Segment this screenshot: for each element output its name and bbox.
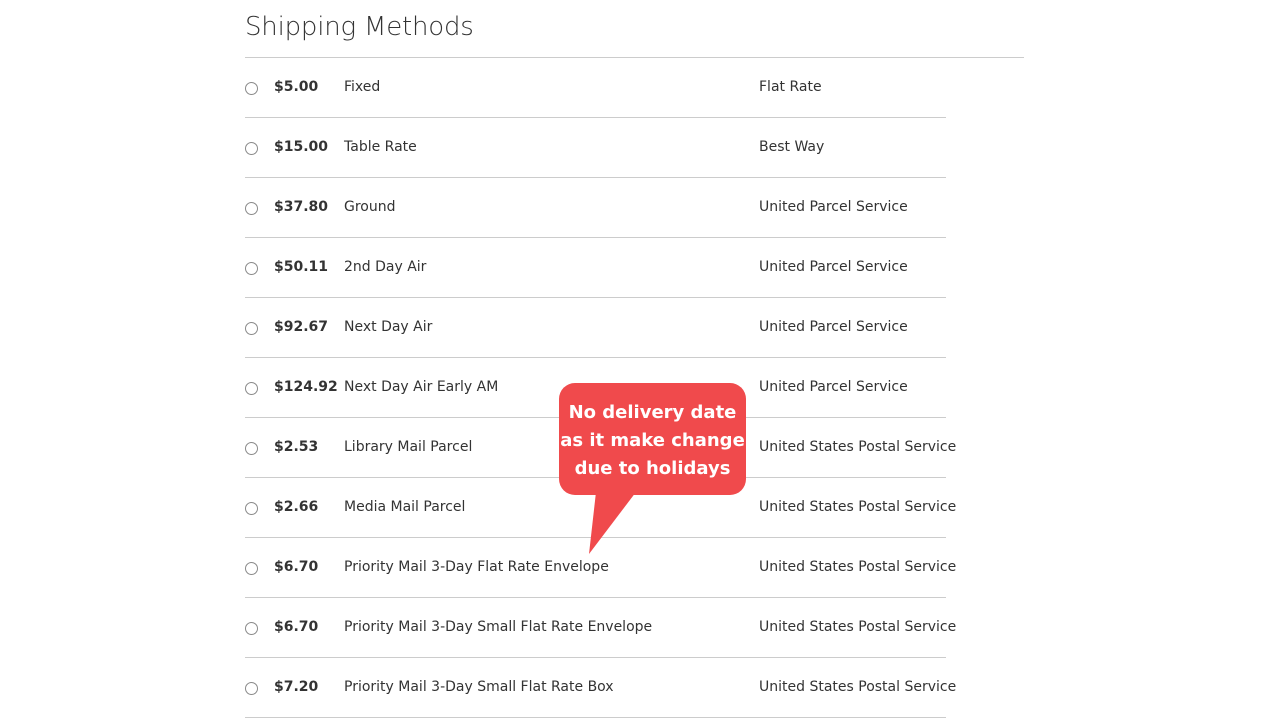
- callout-pointer: [589, 492, 636, 554]
- shipping-method-radio[interactable]: [245, 382, 258, 395]
- shipping-method-row[interactable]: $6.70 Priority Mail 3-Day Small Flat Rat…: [245, 598, 956, 658]
- shipping-method-radio[interactable]: [245, 82, 258, 95]
- shipping-method-radio[interactable]: [245, 562, 258, 575]
- shipping-method-radio[interactable]: [245, 502, 258, 515]
- shipping-carrier: United Parcel Service: [759, 259, 908, 275]
- shipping-method-title: Media Mail Parcel: [344, 499, 466, 515]
- shipping-method-title: Library Mail Parcel: [344, 439, 473, 455]
- shipping-price: $7.20: [274, 679, 319, 695]
- shipping-carrier: Best Way: [759, 139, 825, 155]
- shipping-method-radio[interactable]: [245, 682, 258, 695]
- shipping-method-row[interactable]: $92.67 Next Day Air United Parcel Servic…: [245, 298, 946, 358]
- callout-text-line: due to holidays: [574, 458, 731, 479]
- callout-text-line: as it make change: [560, 430, 745, 451]
- shipping-price: $5.00: [274, 79, 319, 95]
- shipping-method-radio[interactable]: [245, 202, 258, 215]
- shipping-methods-page: Shipping Methods $5.00 Fixed Flat Rate $…: [0, 0, 1288, 728]
- callout-text-line: No delivery date: [568, 402, 737, 423]
- shipping-method-title: 2nd Day Air: [344, 259, 427, 275]
- shipping-method-radio[interactable]: [245, 322, 258, 335]
- shipping-method-row[interactable]: $7.20 Priority Mail 3-Day Small Flat Rat…: [245, 658, 956, 718]
- shipping-method-radio[interactable]: [245, 262, 258, 275]
- shipping-method-row[interactable]: $37.80 Ground United Parcel Service: [245, 178, 946, 238]
- shipping-method-title: Ground: [344, 199, 396, 215]
- shipping-carrier: United States Postal Service: [759, 439, 957, 455]
- shipping-price: $2.66: [274, 499, 319, 515]
- shipping-method-title: Fixed: [344, 79, 381, 95]
- shipping-method-title: Priority Mail 3-Day Small Flat Rate Box: [344, 679, 614, 695]
- shipping-method-row[interactable]: $15.00 Table Rate Best Way: [245, 118, 946, 178]
- shipping-method-title: Next Day Air Early AM: [344, 379, 499, 395]
- shipping-price: $37.80: [274, 199, 329, 215]
- shipping-method-row[interactable]: $5.00 Fixed Flat Rate: [245, 58, 946, 118]
- shipping-method-row[interactable]: $50.11 2nd Day Air United Parcel Service: [245, 238, 946, 298]
- shipping-method-radio[interactable]: [245, 622, 258, 635]
- shipping-carrier: Flat Rate: [759, 79, 822, 95]
- shipping-carrier: United Parcel Service: [759, 319, 908, 335]
- shipping-method-title: Priority Mail 3-Day Small Flat Rate Enve…: [344, 619, 653, 635]
- shipping-price: $92.67: [274, 319, 329, 335]
- shipping-method-radio[interactable]: [245, 142, 258, 155]
- shipping-method-radio[interactable]: [245, 442, 258, 455]
- shipping-carrier: United States Postal Service: [759, 499, 957, 515]
- shipping-price: $6.70: [274, 619, 319, 635]
- shipping-carrier: United States Postal Service: [759, 619, 957, 635]
- annotation-callout: No delivery date as it make change due t…: [559, 383, 746, 495]
- shipping-carrier: United States Postal Service: [759, 559, 957, 575]
- shipping-price: $2.53: [274, 439, 319, 455]
- shipping-carrier: United Parcel Service: [759, 199, 908, 215]
- shipping-carrier: United States Postal Service: [759, 679, 957, 695]
- shipping-price: $124.92: [274, 379, 338, 395]
- shipping-price: $6.70: [274, 559, 319, 575]
- section-title: Shipping Methods: [245, 12, 474, 42]
- shipping-carrier: United Parcel Service: [759, 379, 908, 395]
- shipping-price: $15.00: [274, 139, 329, 155]
- shipping-method-title: Table Rate: [344, 139, 417, 155]
- shipping-method-title: Next Day Air: [344, 319, 433, 335]
- shipping-method-title: Priority Mail 3-Day Flat Rate Envelope: [344, 559, 609, 575]
- shipping-price: $50.11: [274, 259, 329, 275]
